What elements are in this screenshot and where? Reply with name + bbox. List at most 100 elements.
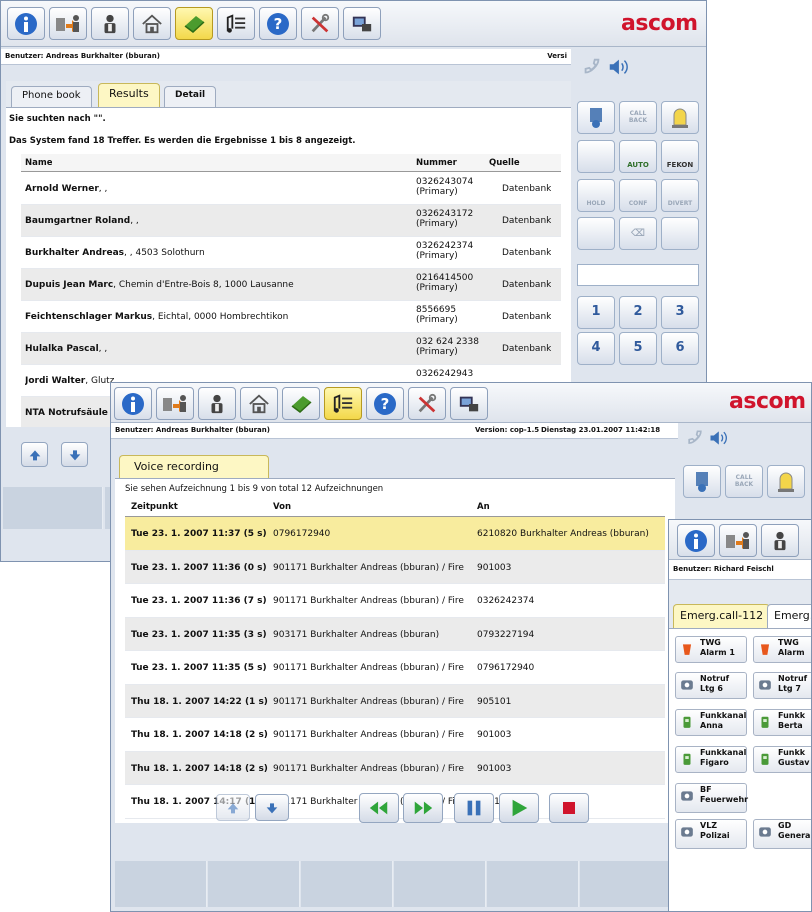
play-button[interactable] <box>499 793 539 823</box>
key-1[interactable]: 1 <box>577 296 615 329</box>
recordings-button[interactable] <box>217 7 255 40</box>
tab-emerg-call-112[interactable]: Emerg.call-112 <box>673 604 771 628</box>
contact-name-bold: Jordi Walter <box>25 376 86 386</box>
info-button[interactable] <box>677 524 715 557</box>
user-button[interactable] <box>91 7 129 40</box>
call-back-button[interactable]: CALL BACK <box>619 101 657 134</box>
home-button[interactable] <box>240 387 278 420</box>
col-quelle[interactable]: Quelle <box>489 158 520 168</box>
key-2[interactable]: 2 <box>619 296 657 329</box>
softkey-3[interactable] <box>301 861 393 907</box>
settings-button[interactable] <box>408 387 446 420</box>
backspace-button[interactable]: ⌫ <box>619 217 657 250</box>
user-button[interactable] <box>761 524 799 557</box>
tab-results[interactable]: Results <box>98 83 160 107</box>
emergency-button[interactable]: TWG Alarm 1 <box>675 636 747 663</box>
conf-button[interactable]: CONF <box>619 179 657 212</box>
emergency-button[interactable]: Notruf Ltg 6 <box>675 672 747 699</box>
recordings-content: Sie sehen Aufzeichnung 1 bis 9 von total… <box>115 478 675 823</box>
recording-row[interactable]: Tue 23. 1. 2007 11:35 (5 s) 901171 Burkha… <box>125 651 665 685</box>
col-nummer[interactable]: Nummer <box>416 158 457 168</box>
softkey-6[interactable] <box>580 861 672 907</box>
pause-button[interactable] <box>454 793 494 823</box>
table-row[interactable]: Feichtenschlager Markus, Eichtal, 0000 H… <box>21 301 561 333</box>
transfer-button[interactable] <box>156 387 194 420</box>
fast-forward-button[interactable] <box>403 793 443 823</box>
auto-button[interactable]: AUTO <box>619 140 657 173</box>
transfer-button[interactable] <box>719 524 757 557</box>
handsfree-button[interactable] <box>577 140 615 173</box>
recording-row[interactable]: Tue 23. 1. 2007 11:36 (0 s) 901171 Burkha… <box>125 550 665 584</box>
col-zeitpunkt[interactable]: Zeitpunkt <box>131 502 178 512</box>
list-right-button[interactable] <box>661 217 699 250</box>
col-name[interactable]: Name <box>25 158 52 168</box>
hold-button[interactable]: HOLD <box>577 179 615 212</box>
contact-name-bold: Baumgartner Roland <box>25 216 131 226</box>
key-6[interactable]: 6 <box>661 332 699 365</box>
line-button[interactable] <box>577 101 615 134</box>
phonebook-button[interactable] <box>282 387 320 420</box>
table-row[interactable]: Arnold Werner, , 0326243074 (Primary) Daten… <box>21 173 561 205</box>
play-icon <box>508 797 530 819</box>
scroll-up-button[interactable] <box>21 442 48 467</box>
scroll-down-button[interactable] <box>61 442 88 467</box>
light-button[interactable] <box>661 101 699 134</box>
call-back-button[interactable]: CALL BACK <box>725 465 763 498</box>
recordings-button[interactable] <box>324 387 362 420</box>
help-button[interactable] <box>366 387 404 420</box>
table-row[interactable]: Burkhalter Andreas, , 4503 Solothurn 0326… <box>21 237 561 269</box>
recording-row[interactable]: Thu 18. 1. 2007 14:18 (2 s) 901171 Burkha… <box>125 751 665 785</box>
emergency-button[interactable]: Funkk Gustav <box>753 746 811 773</box>
key-5[interactable]: 5 <box>619 332 657 365</box>
emergency-button[interactable]: Funkk Berta <box>753 709 811 736</box>
softkey-4[interactable] <box>394 861 486 907</box>
table-row[interactable]: Dupuis Jean Marc, Chemin d'Entre-Bois 8,… <box>21 269 561 301</box>
info-button[interactable] <box>7 7 45 40</box>
col-an[interactable]: An <box>477 502 490 512</box>
key-3[interactable]: 3 <box>661 296 699 329</box>
tab-voice-recording[interactable]: Voice recording <box>119 455 269 479</box>
divert-button[interactable]: DIVERT <box>661 179 699 212</box>
recording-row[interactable]: Tue 23. 1. 2007 11:37 (5 s) 0796172940 621… <box>125 517 665 551</box>
recording-row[interactable]: Tue 23. 1. 2007 11:36 (7 s) 901171 Burkha… <box>125 584 665 618</box>
user-button[interactable] <box>198 387 236 420</box>
softkey-1[interactable] <box>3 487 103 529</box>
home-button[interactable] <box>133 7 171 40</box>
softkey-5[interactable] <box>487 861 579 907</box>
stop-button[interactable] <box>549 793 589 823</box>
tab-detail[interactable]: Detail <box>164 86 217 107</box>
fekon-button[interactable]: FEKON <box>661 140 699 173</box>
key-4[interactable]: 4 <box>577 332 615 365</box>
scroll-down-button[interactable] <box>255 794 289 821</box>
transfer-button[interactable] <box>49 7 87 40</box>
dial-input[interactable] <box>577 264 699 286</box>
scroll-up-button[interactable] <box>216 794 250 821</box>
emergency-button[interactable]: TWG Alarm <box>753 636 811 663</box>
help-button[interactable] <box>259 7 297 40</box>
col-von[interactable]: Von <box>273 502 291 512</box>
screen-button[interactable] <box>450 387 488 420</box>
line-button[interactable] <box>683 465 721 498</box>
list-left-button[interactable] <box>577 217 615 250</box>
emergency-button[interactable]: GD Genera <box>753 819 811 849</box>
emergency-button[interactable]: Funkkanal Anna <box>675 709 747 736</box>
info-button[interactable] <box>114 387 152 420</box>
emergency-button[interactable]: Funkkanal Figaro <box>675 746 747 773</box>
table-row[interactable]: Baumgartner Roland, , 0326243172 (Primary)… <box>21 205 561 237</box>
tab-phone-book[interactable]: Phone book <box>11 86 92 107</box>
softkey-2[interactable] <box>208 861 300 907</box>
table-row[interactable]: Hulalka Pascal, , 032 624 2338 (Primary) Da… <box>21 333 561 365</box>
softkey-1[interactable] <box>115 861 207 907</box>
emergency-button[interactable]: BF Feuerwehr <box>675 783 748 813</box>
light-button[interactable] <box>767 465 805 498</box>
tab-emerg-c[interactable]: Emerg.c <box>767 604 811 628</box>
phonebook-button[interactable] <box>175 7 213 40</box>
settings-button[interactable] <box>301 7 339 40</box>
emergency-button[interactable]: VLZ Polizai <box>675 819 747 849</box>
rewind-button[interactable] <box>359 793 399 823</box>
screen-button[interactable] <box>343 7 381 40</box>
emergency-button[interactable]: Notruf Ltg 7 <box>753 672 811 699</box>
recording-row[interactable]: Tue 23. 1. 2007 11:35 (3 s) 903171 Burkha… <box>125 617 665 651</box>
recording-row[interactable]: Thu 18. 1. 2007 14:18 (2 s) 901171 Burkha… <box>125 718 665 752</box>
recording-row[interactable]: Thu 18. 1. 2007 14:22 (1 s) 901171 Burkha… <box>125 684 665 718</box>
